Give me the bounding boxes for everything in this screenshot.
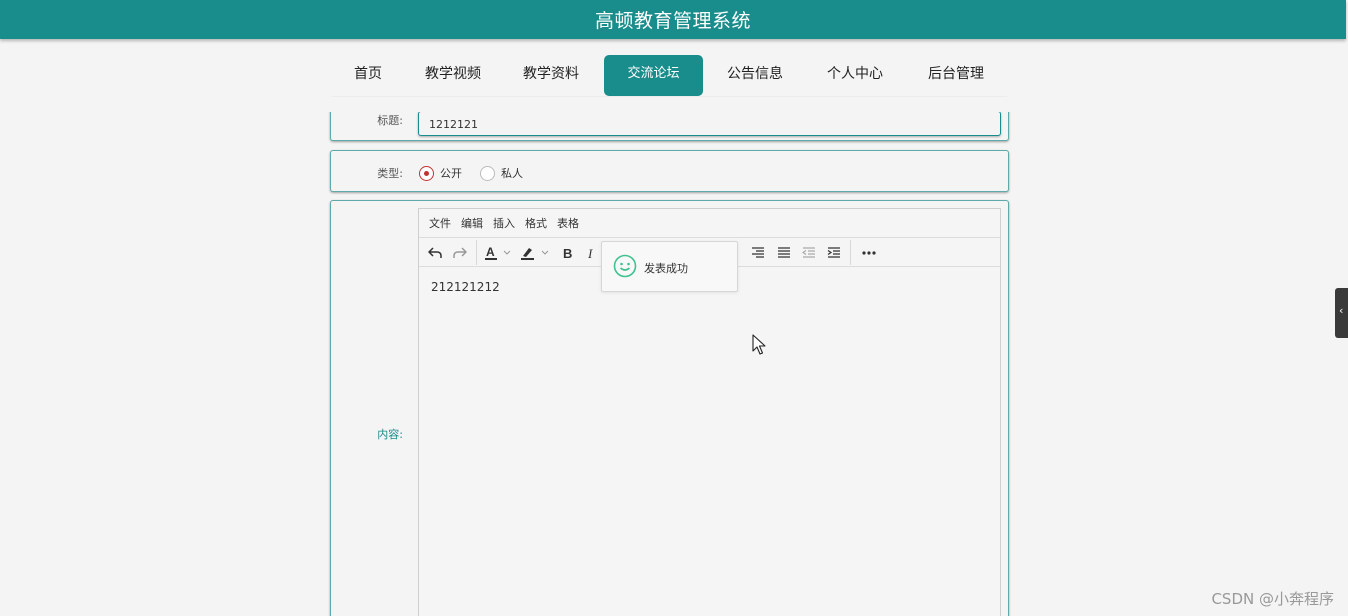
scroll-mask (320, 97, 1020, 112)
main-nav: 首页 教学视频 教学资料 交流论坛 公告信息 个人中心 后台管理 (0, 55, 1348, 97)
more-icon[interactable] (859, 243, 879, 262)
nav-item-materials[interactable]: 教学资料 (516, 55, 586, 96)
site-title: 高顿教育管理系统 (594, 10, 751, 32)
radio-public-indicator[interactable] (419, 165, 434, 181)
title-label: 标题: (377, 114, 403, 127)
nav-item-home[interactable]: 首页 (348, 55, 388, 96)
radio-private[interactable]: 私人 (480, 165, 523, 181)
radio-private-label: 私人 (501, 167, 523, 180)
menu-table[interactable]: 表格 (552, 215, 584, 231)
radio-public[interactable]: 公开 (419, 165, 462, 181)
editor-content[interactable]: 212121212 (431, 280, 500, 294)
font-color-icon[interactable]: A (483, 243, 515, 262)
editor-menubar: 文件 编辑 插入 格式 表格 (419, 209, 1000, 238)
highlight-icon[interactable] (519, 243, 553, 262)
toolbar-separator (476, 240, 477, 265)
redo-icon[interactable] (451, 243, 469, 262)
justify-icon[interactable] (775, 243, 793, 262)
svg-text:A: A (486, 245, 495, 259)
radio-private-indicator[interactable] (480, 165, 495, 181)
nav-item-notices[interactable]: 公告信息 (720, 55, 790, 96)
menu-format[interactable]: 格式 (520, 215, 552, 231)
radio-public-label: 公开 (440, 167, 462, 180)
nav-item-forum[interactable]: 交流论坛 (604, 55, 703, 96)
nav-item-videos[interactable]: 教学视频 (418, 55, 488, 96)
indent-icon[interactable] (825, 243, 843, 262)
side-collapse-tab[interactable]: ‹ (1335, 288, 1348, 338)
mouse-cursor-icon (752, 334, 766, 355)
title-input[interactable]: 1212121 (418, 111, 1001, 136)
toast-message: 发表成功 (644, 262, 688, 275)
menu-insert[interactable]: 插入 (488, 215, 520, 231)
outdent-icon[interactable] (800, 243, 818, 262)
type-label: 类型: (377, 167, 403, 180)
bold-icon[interactable]: B (559, 243, 577, 262)
menu-file[interactable]: 文件 (424, 215, 456, 231)
nav-item-admin[interactable]: 后台管理 (921, 55, 991, 96)
toolbar-separator (850, 240, 851, 265)
smile-icon (613, 254, 637, 278)
undo-icon[interactable] (426, 243, 444, 262)
type-field-card: 类型: 公开 私人 (330, 150, 1009, 192)
italic-icon[interactable]: I (584, 243, 598, 262)
nav-item-profile[interactable]: 个人中心 (820, 55, 890, 96)
content-label: 内容: (377, 428, 403, 441)
success-toast: 发表成功 (601, 241, 738, 292)
svg-text:B: B (563, 246, 572, 260)
top-bar: 高顿教育管理系统 (0, 0, 1346, 39)
chevron-left-icon: ‹ (1339, 304, 1344, 317)
align-right-icon[interactable] (749, 243, 767, 262)
menu-edit[interactable]: 编辑 (456, 215, 488, 231)
watermark: CSDN @小奔程序 (1211, 590, 1334, 608)
svg-text:I: I (587, 246, 593, 260)
